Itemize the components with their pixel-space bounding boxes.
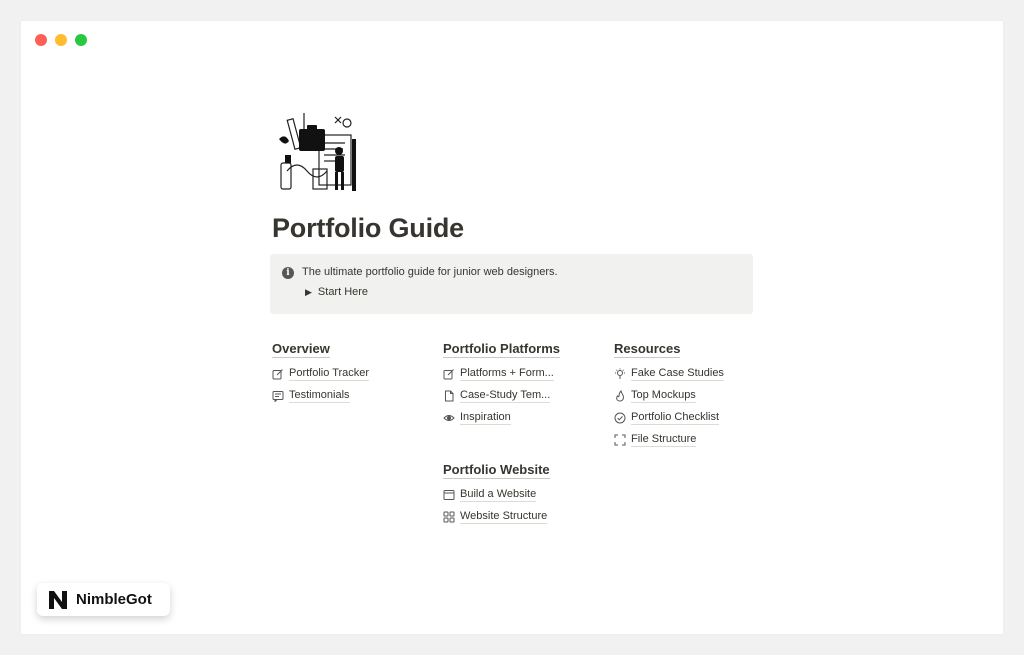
link-fake-case-studies[interactable]: Fake Case Studies bbox=[614, 363, 724, 385]
resources-heading[interactable]: Resources bbox=[614, 341, 681, 358]
window-controls bbox=[35, 34, 87, 46]
page-title: Portfolio Guide bbox=[272, 213, 464, 243]
link-case-study-template[interactable]: Case-Study Tem... bbox=[443, 385, 560, 407]
link-label: Website Structure bbox=[460, 510, 548, 524]
nimblegot-logo bbox=[49, 590, 67, 609]
document-icon bbox=[445, 390, 454, 402]
grid-icon bbox=[443, 511, 455, 523]
lightbulb-icon bbox=[615, 368, 625, 379]
link-top-mockups[interactable]: Top Mockups bbox=[614, 385, 724, 407]
portfolio-website-column: Portfolio Website Build a Website Websit… bbox=[443, 461, 550, 528]
callout-text: The ultimate portfolio guide for junior … bbox=[302, 266, 558, 278]
brand-badge: NimbleGot bbox=[37, 583, 170, 616]
link-build-a-website[interactable]: Build a Website bbox=[443, 484, 550, 506]
minimize-window-button[interactable] bbox=[55, 34, 67, 46]
link-label: Top Mockups bbox=[631, 389, 696, 403]
link-file-structure[interactable]: File Structure bbox=[614, 429, 724, 451]
link-label: Build a Website bbox=[460, 488, 537, 502]
link-label: Testimonials bbox=[289, 389, 350, 403]
resources-column: Resources Fake Case Studies Top Mockups … bbox=[614, 340, 724, 451]
browser-icon bbox=[443, 490, 455, 500]
link-inspiration[interactable]: Inspiration bbox=[443, 407, 560, 429]
portfolio-platforms-heading[interactable]: Portfolio Platforms bbox=[443, 341, 561, 358]
message-icon bbox=[272, 391, 284, 402]
edit-icon bbox=[443, 369, 454, 380]
maximize-window-button[interactable] bbox=[75, 34, 87, 46]
link-platforms-form[interactable]: Platforms + Form... bbox=[443, 363, 560, 385]
overview-heading[interactable]: Overview bbox=[272, 341, 330, 358]
page-cover-illustration bbox=[279, 113, 356, 191]
frame-icon bbox=[614, 434, 626, 446]
info-icon: i bbox=[282, 267, 294, 279]
link-label: Portfolio Checklist bbox=[631, 411, 720, 425]
portfolio-website-heading[interactable]: Portfolio Website bbox=[443, 462, 550, 479]
link-label: File Structure bbox=[631, 433, 697, 447]
check-circle-icon bbox=[614, 412, 626, 424]
link-label: Inspiration bbox=[460, 411, 511, 425]
link-label: Fake Case Studies bbox=[631, 367, 724, 381]
overview-column: Overview Portfolio Tracker Testimonials bbox=[272, 340, 370, 407]
link-label: Platforms + Form... bbox=[460, 367, 554, 381]
link-portfolio-checklist[interactable]: Portfolio Checklist bbox=[614, 407, 724, 429]
toggle-label: Start Here bbox=[317, 286, 369, 298]
brand-name: NimbleGot bbox=[76, 591, 152, 608]
link-testimonials[interactable]: Testimonials bbox=[272, 385, 369, 407]
app-window: Portfolio Guide i The ultimate portfolio… bbox=[21, 21, 1003, 634]
link-website-structure[interactable]: Website Structure bbox=[443, 506, 550, 528]
edit-icon bbox=[272, 369, 283, 380]
start-here-toggle[interactable]: ▶ Start Here bbox=[305, 286, 368, 298]
link-portfolio-tracker[interactable]: Portfolio Tracker bbox=[272, 363, 370, 385]
link-label: Portfolio Tracker bbox=[289, 367, 370, 381]
triangle-right-icon[interactable]: ▶ bbox=[305, 287, 312, 298]
callout-block: i The ultimate portfolio guide for junio… bbox=[270, 254, 753, 314]
link-label: Case-Study Tem... bbox=[460, 389, 551, 403]
fire-icon bbox=[616, 390, 625, 402]
eye-icon bbox=[443, 415, 455, 421]
close-window-button[interactable] bbox=[35, 34, 47, 46]
portfolio-platforms-column: Portfolio Platforms Platforms + Form... … bbox=[443, 340, 561, 429]
